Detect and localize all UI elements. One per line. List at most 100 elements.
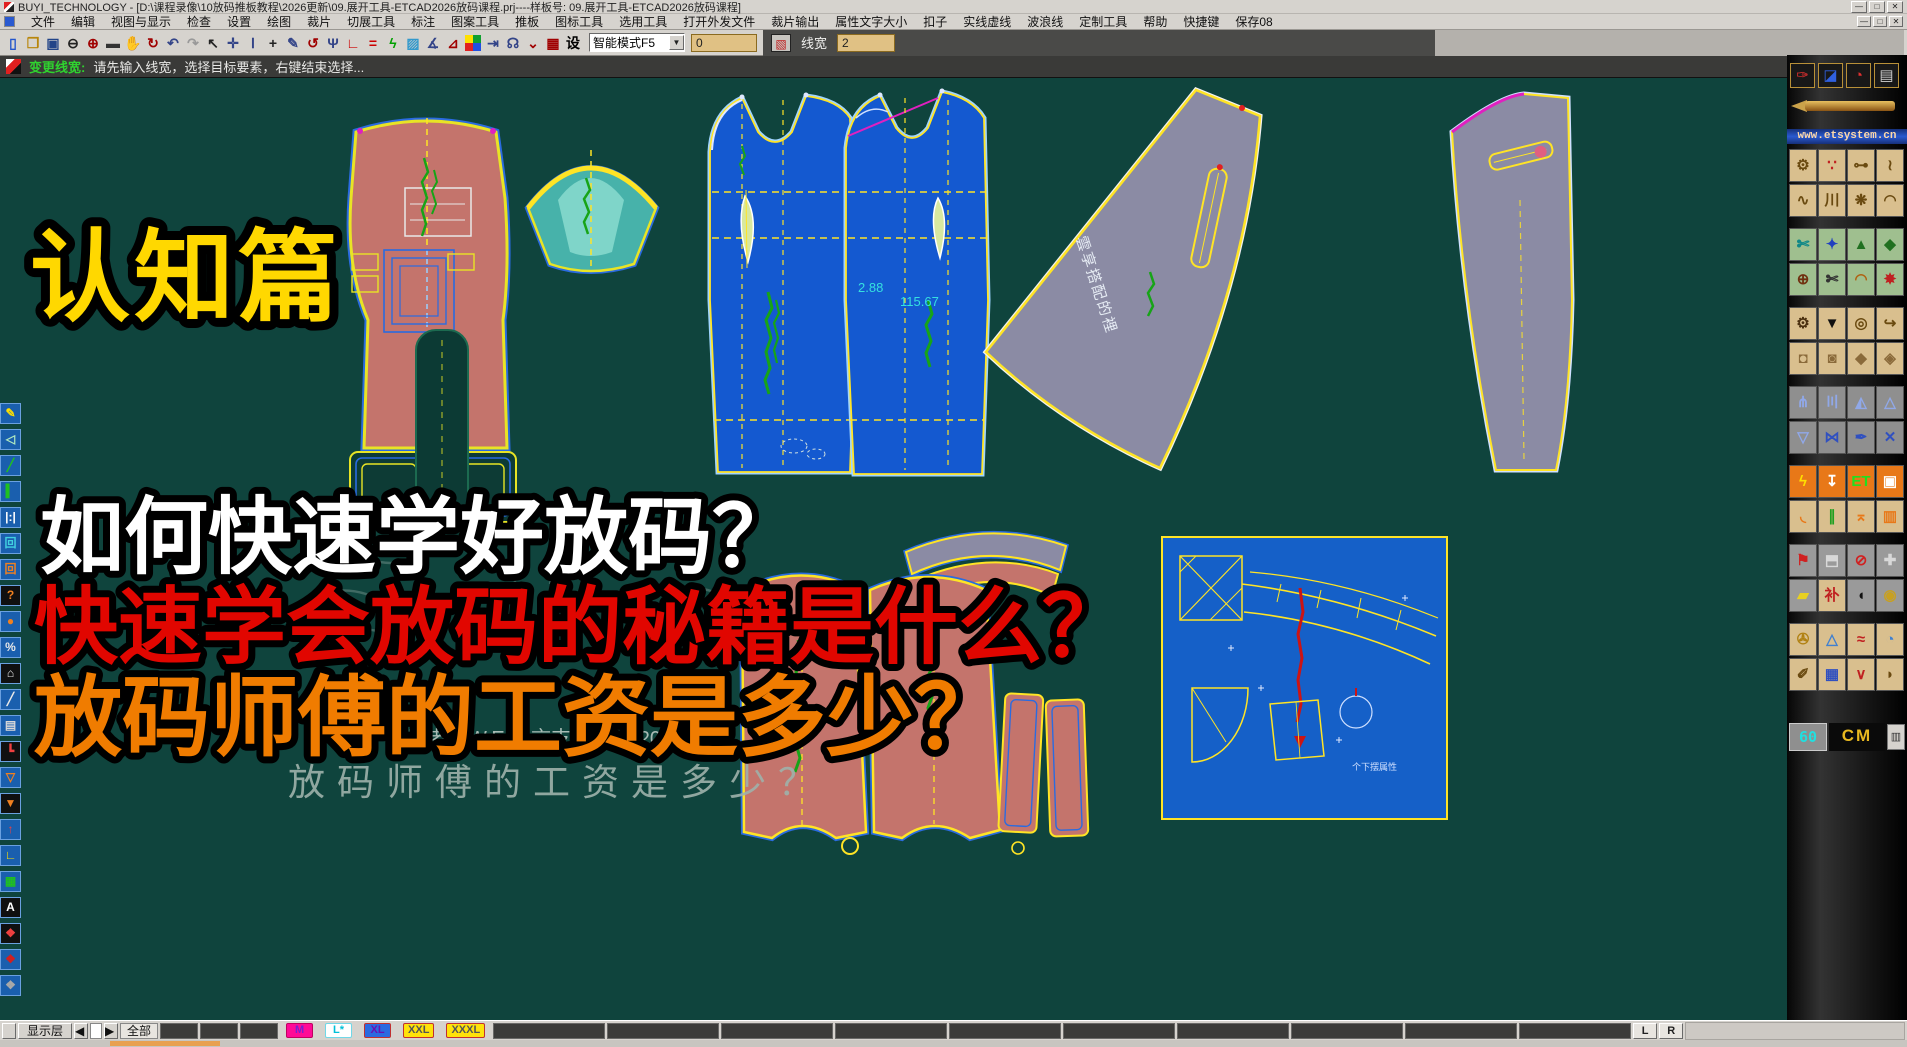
- scrollbar-thumb[interactable]: [110, 1041, 220, 1046]
- menu-help[interactable]: 帮助: [1135, 13, 1175, 30]
- dots-curve-icon[interactable]: ∵: [1818, 149, 1846, 182]
- pleat-green-icon[interactable]: ∥: [1818, 500, 1846, 533]
- all-sizes-label[interactable]: 全部: [120, 1023, 158, 1039]
- dart-icon[interactable]: △: [1876, 386, 1904, 419]
- cross-tool-icon[interactable]: ✚: [1876, 544, 1904, 577]
- box-pleats-icon[interactable]: 〣: [1818, 386, 1846, 419]
- snap-icon[interactable]: ⇥: [483, 33, 503, 53]
- black-blob-icon[interactable]: ◖: [1847, 579, 1875, 612]
- save-icon[interactable]: ▣: [43, 33, 63, 53]
- ratio-icon[interactable]: |:|: [0, 507, 21, 528]
- cut-paper-icon[interactable]: ✄: [1818, 263, 1846, 296]
- unit-label[interactable]: CM: [1829, 723, 1885, 751]
- grid-hatch-icon[interactable]: ▦: [0, 871, 21, 892]
- orange-box-icon[interactable]: ▣: [1876, 465, 1904, 498]
- menu-button-tool[interactable]: 扣子: [915, 13, 955, 30]
- curve-select-icon[interactable]: ☊: [503, 33, 523, 53]
- shape-gray-icon[interactable]: ❖: [0, 975, 21, 996]
- next-arrow-button[interactable]: ▶: [104, 1023, 118, 1039]
- twist-dart-icon[interactable]: ✕: [1876, 421, 1904, 454]
- display-layer-button[interactable]: 显示层: [18, 1023, 72, 1039]
- menu-view-display[interactable]: 视图与显示: [103, 13, 179, 30]
- menu-save08[interactable]: 保存08: [1227, 13, 1280, 30]
- spiral-icon[interactable]: ◎: [1847, 307, 1875, 340]
- menu-custom-tools[interactable]: 定制工具: [1071, 13, 1135, 30]
- menu-grading[interactable]: 推板: [507, 13, 547, 30]
- child-minimize-button[interactable]: —: [1857, 16, 1871, 27]
- scrap-piece-icon[interactable]: ◈: [1876, 342, 1904, 375]
- brush-tool-icon[interactable]: ✑: [1790, 63, 1815, 88]
- move-icon[interactable]: ✛: [223, 33, 243, 53]
- hatch-icon[interactable]: ▨: [403, 33, 423, 53]
- right-size-button[interactable]: R: [1659, 1023, 1683, 1039]
- menu-wave-line[interactable]: 波浪线: [1019, 13, 1071, 30]
- help-icon[interactable]: ?: [0, 585, 21, 606]
- arc-shape-icon[interactable]: ◠: [1876, 184, 1904, 217]
- orange-panel-icon[interactable]: ▥: [1876, 500, 1904, 533]
- circle-measure-icon[interactable]: ◔: [1876, 623, 1904, 656]
- awning-icon[interactable]: ⌅: [1847, 500, 1875, 533]
- wrench-tool-icon[interactable]: ⚙: [1789, 149, 1817, 182]
- menu-icon-tools[interactable]: 图标工具: [547, 13, 611, 30]
- clamp-tool-icon[interactable]: ⊶: [1847, 149, 1875, 182]
- blob-fill-icon[interactable]: ●: [0, 611, 21, 632]
- mountain-dart-icon[interactable]: ▲: [1847, 228, 1875, 261]
- pen-icon[interactable]: ✎: [283, 33, 303, 53]
- triangle-icon[interactable]: ◁: [0, 429, 21, 450]
- cape-shape-icon[interactable]: ⚑: [1789, 544, 1817, 577]
- fan-pleats-icon[interactable]: ⋔: [1789, 386, 1817, 419]
- close-button[interactable]: ✕: [1887, 1, 1903, 13]
- palette-icon[interactable]: ◉: [1876, 579, 1904, 612]
- status-corner-button[interactable]: [2, 1023, 16, 1039]
- menu-check[interactable]: 检查: [179, 13, 219, 30]
- patch-tool-icon[interactable]: 补: [1818, 579, 1846, 612]
- menu-attr-text-size[interactable]: 属性文字大小: [827, 13, 915, 30]
- pleat-marks-icon[interactable]: 川: [1818, 184, 1846, 217]
- menu-draw[interactable]: 绘图: [259, 13, 299, 30]
- diamond-cut-icon[interactable]: ◆: [1876, 228, 1904, 261]
- maximize-button[interactable]: □: [1869, 1, 1885, 13]
- pencil-triangle-icon[interactable]: ✎: [0, 403, 21, 424]
- perpendicular-icon[interactable]: ∟: [343, 33, 363, 53]
- unit-mini-icon[interactable]: ▥: [1887, 724, 1905, 750]
- add-point-icon[interactable]: +: [263, 33, 283, 53]
- layers-tool-icon[interactable]: ▤: [1874, 63, 1899, 88]
- text-a-icon[interactable]: A: [0, 897, 21, 918]
- triangle-ruler-icon[interactable]: △: [1818, 623, 1846, 656]
- yellow-pieces-icon[interactable]: ▰: [1789, 579, 1817, 612]
- left-size-button[interactable]: L: [1633, 1023, 1657, 1039]
- menu-open-external[interactable]: 打开外发文件: [675, 13, 763, 30]
- rotate-piece-icon[interactable]: ↺: [303, 33, 323, 53]
- line-width-input[interactable]: [837, 34, 895, 52]
- window-down-icon[interactable]: ↧: [1818, 465, 1846, 498]
- floppy-icon[interactable]: ▤: [0, 715, 21, 736]
- seam-ripper-icon[interactable]: ✐: [1789, 658, 1817, 691]
- plumb-bob-icon[interactable]: ▼: [1818, 307, 1846, 340]
- size-xxl-button[interactable]: XXL: [403, 1023, 434, 1038]
- menu-file[interactable]: 文件: [23, 13, 63, 30]
- pan-hand-icon[interactable]: ✋: [123, 33, 143, 53]
- size-xxxl-button[interactable]: XXXL: [446, 1023, 485, 1038]
- drawing-canvas[interactable]: 2.88 115.67 雲享搭配的裡: [0, 78, 1787, 1020]
- nested-squares-blue-icon[interactable]: 回: [0, 533, 21, 554]
- open-folder-icon[interactable]: ❒: [23, 33, 43, 53]
- menu-edit[interactable]: 编辑: [63, 13, 103, 30]
- size-l-button[interactable]: L*: [325, 1023, 352, 1038]
- shape-outline-icon[interactable]: ❖: [0, 923, 21, 944]
- redo-icon[interactable]: ↷: [183, 33, 203, 53]
- scissors-cut-icon[interactable]: ✄: [1789, 228, 1817, 261]
- offset-input[interactable]: [691, 34, 757, 52]
- menu-piece-output[interactable]: 裁片输出: [763, 13, 827, 30]
- trapezoid-icon[interactable]: ⬒: [1818, 544, 1846, 577]
- new-file-icon[interactable]: ▯: [3, 33, 23, 53]
- sewing-machine-icon[interactable]: ⚙: [1789, 307, 1817, 340]
- arrow-flag-icon[interactable]: ↑: [0, 819, 21, 840]
- menu-shortcuts[interactable]: 快捷键: [1175, 13, 1227, 30]
- settings-text-icon[interactable]: 设: [563, 33, 583, 53]
- child-close-button[interactable]: ✕: [1889, 16, 1903, 27]
- nested-squares-orange-icon[interactable]: 回: [0, 559, 21, 580]
- compass-icon[interactable]: ∡: [423, 33, 443, 53]
- tape-measure-icon[interactable]: ✇: [1789, 623, 1817, 656]
- wave-lines-icon[interactable]: ≀: [1876, 149, 1904, 182]
- menu-solid-dash-line[interactable]: 实线虚线: [955, 13, 1019, 30]
